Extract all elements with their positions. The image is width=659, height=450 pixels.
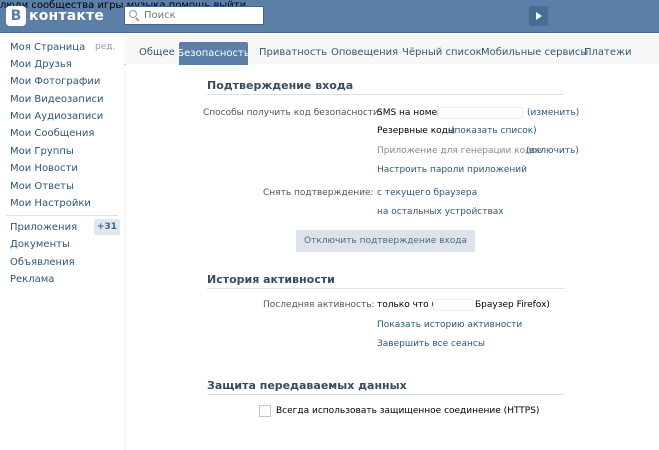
sms-method: SMS на номер — [377, 108, 443, 118]
search-box[interactable] — [124, 6, 264, 25]
https-checkbox[interactable] — [259, 405, 271, 417]
remove-confirm-label: Снять подтверждение: — [263, 188, 374, 198]
tab-privacy[interactable]: Приватность — [259, 47, 327, 58]
login-confirm-title: Подтверждение входа — [207, 79, 354, 92]
sidebar-divider — [6, 215, 118, 216]
sidebar-item-answers[interactable]: Мои Ответы — [10, 181, 74, 192]
search-icon — [129, 10, 140, 21]
sidebar-item-settings[interactable]: Мои Настройки — [10, 198, 91, 209]
sidebar-edit-link[interactable]: ред. — [95, 42, 115, 52]
apps-count-badge[interactable]: +31 — [94, 219, 120, 235]
sidebar-item-ads-list[interactable]: Объявления — [10, 257, 75, 268]
current-browser-link[interactable]: с текущего браузера — [377, 188, 477, 198]
play-icon[interactable] — [529, 6, 548, 26]
vk-logo-text: контакте — [29, 8, 105, 24]
sidebar-item-my-page[interactable]: Моя Страница — [10, 42, 85, 53]
vk-logo-icon: В — [6, 6, 26, 26]
disable-confirm-button[interactable]: Отключить подтверждение входа — [296, 230, 475, 252]
backup-codes-label: Резервные коды — [377, 126, 455, 136]
security-panel — [126, 64, 659, 450]
last-activity-browser: Браузер Firefox) — [475, 300, 550, 310]
sidebar-item-photos[interactable]: Мои Фотографии — [10, 76, 100, 87]
last-activity-time: только что ( — [377, 300, 436, 310]
section-divider — [207, 288, 564, 289]
tab-blacklist[interactable]: Чёрный список — [402, 47, 482, 58]
top-header: В контакте люди сообщества игры музыка п… — [0, 0, 659, 33]
protection-title: Защита передаваемых данных — [207, 379, 407, 392]
security-methods-label: Способы получить код безопасности: — [203, 108, 382, 118]
app-passwords-link[interactable]: Настроить пароли приложений — [377, 165, 527, 175]
sidebar-item-groups[interactable]: Мои Группы — [10, 146, 74, 157]
sidebar-item-audio[interactable]: Мои Аудиозаписи — [10, 111, 103, 122]
tab-general[interactable]: Общее — [139, 47, 175, 58]
change-phone-link[interactable]: (изменить) — [527, 108, 579, 118]
other-devices-link[interactable]: на остальных устройствах — [377, 207, 504, 217]
section-divider — [207, 94, 564, 95]
tab-mobile-services[interactable]: Мобильные сервисы — [481, 47, 588, 58]
vk-logo[interactable]: В контакте — [6, 6, 104, 26]
sidebar-item-apps[interactable]: Приложения — [10, 222, 77, 233]
activity-title: История активности — [207, 273, 335, 286]
tab-payments[interactable]: Платежи — [584, 47, 632, 58]
show-codes-link[interactable]: (показать список) — [451, 126, 537, 136]
end-sessions-link[interactable]: Завершить все сеансы — [377, 339, 485, 349]
enable-app-link[interactable]: (включить) — [526, 146, 579, 156]
sidebar-item-documents[interactable]: Документы — [10, 239, 70, 250]
tab-security[interactable]: Безопасность — [177, 42, 250, 65]
show-history-link[interactable]: Показать историю активности — [377, 320, 522, 330]
hidden-ip-address — [433, 299, 473, 311]
sidebar-item-advertising[interactable]: Реклама — [10, 274, 54, 285]
last-activity-label: Последняя активность: — [263, 300, 375, 310]
https-label[interactable]: Всегда использовать защищенное соединени… — [276, 406, 539, 416]
section-divider — [207, 394, 564, 395]
app-generator-label: Приложение для генерации кодов — [377, 146, 543, 156]
sidebar-item-friends[interactable]: Мои Друзья — [10, 59, 72, 70]
tab-notifications[interactable]: Оповещения — [331, 47, 398, 58]
sidebar-item-news[interactable]: Мои Новости — [10, 163, 78, 174]
search-input[interactable] — [144, 10, 254, 21]
sidebar-item-messages[interactable]: Мои Сообщения — [10, 128, 94, 139]
hidden-phone-number — [438, 107, 523, 119]
sidebar-item-videos[interactable]: Мои Видеозаписи — [10, 94, 103, 105]
